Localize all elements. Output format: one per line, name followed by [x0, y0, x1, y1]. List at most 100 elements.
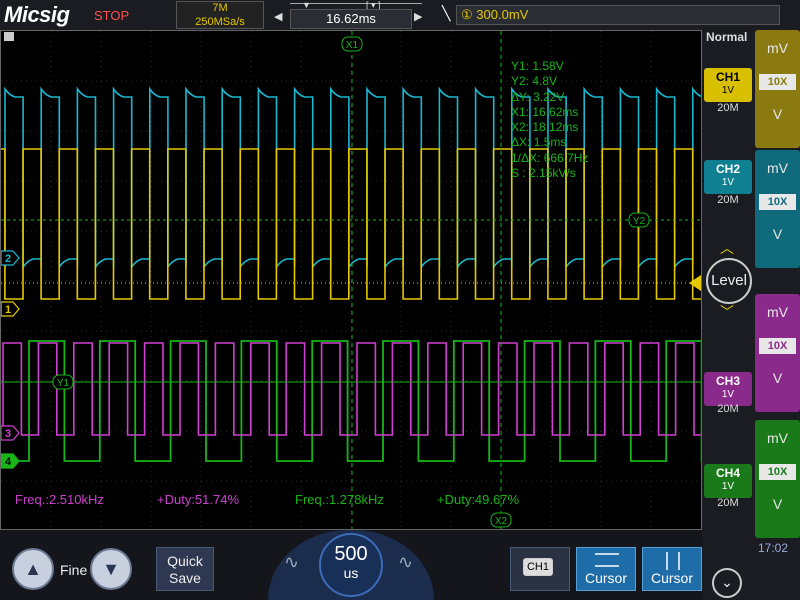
timebase-unit: us — [343, 565, 359, 581]
vertical-cursor-icon — [666, 552, 680, 570]
ch2-probe[interactable]: 10X — [759, 194, 796, 210]
ch2-scale: 1V — [721, 177, 735, 188]
cursor-horizontal-label: Cursor — [584, 570, 627, 586]
trace-ch2 — [1, 86, 701, 270]
arrow-down-icon: ▼ — [102, 559, 120, 579]
trigger-level-arrow — [689, 275, 701, 291]
readout-y2: Y2: 4.8V — [511, 74, 558, 89]
ch3-name: CH3 — [715, 374, 740, 388]
cursor-readout: Y1: 1.58V Y2: 4.8V ΔY: 3.22V X1: 16.62ms… — [511, 59, 588, 181]
level-up-icon[interactable]: ︿ — [720, 238, 734, 258]
ch2-unit-v[interactable]: V — [755, 226, 800, 242]
ch1-scale: 1V — [721, 85, 735, 96]
pan-right-icon[interactable]: ▶ — [414, 10, 422, 23]
ch1-probe[interactable]: 10X — [759, 74, 796, 90]
ch4-button[interactable]: CH4 1V — [704, 464, 752, 498]
ch2-button[interactable]: CH2 1V — [704, 160, 752, 194]
ch1-button[interactable]: CH1 1V — [704, 68, 752, 102]
ch3-unit-v[interactable]: V — [755, 370, 800, 386]
marker-ch1-label: 1 — [5, 304, 11, 316]
timebase-decrease-icon[interactable]: ∿ — [284, 552, 299, 573]
ch4-scale: 1V — [721, 481, 735, 492]
readout-dx: ΔX: 1.5ms — [511, 135, 567, 150]
ch3-scale-control[interactable]: mV 10X V — [755, 294, 800, 412]
ch4-probe[interactable]: 10X — [759, 464, 796, 480]
readout-inv-dx: 1/ΔX: 666.7Hz — [511, 150, 589, 165]
readout-y1: Y1: 1.58V — [511, 59, 564, 73]
fine-up-button[interactable]: ▲ — [12, 548, 54, 590]
ch2-scale-control[interactable]: mV 10X V — [755, 150, 800, 268]
ch2-name: CH2 — [715, 162, 740, 176]
measurement-freq-ch3: Freq.:2.510kHz — [15, 492, 104, 507]
marker-ch2-label: 2 — [5, 253, 11, 265]
time-ref-marker — [4, 32, 14, 41]
clock: 17:02 — [758, 541, 789, 555]
ch1-unit-mv[interactable]: mV — [755, 40, 800, 56]
chevron-down-icon: ⌄ — [721, 574, 733, 590]
quick-save-label-1: Quick — [167, 553, 203, 569]
readout-slope: S : 2.15kV/s — [511, 166, 576, 181]
falling-edge-icon: ╲ — [442, 5, 451, 21]
ch4-name: CH4 — [715, 466, 740, 480]
quick-save-label-2: Save — [169, 570, 201, 586]
trigger-settings[interactable]: ╲ ① 300.0mV — [440, 5, 780, 25]
ch1-scale-control[interactable]: mV 10X V — [755, 30, 800, 148]
marker-ch2: 2 — [1, 250, 20, 266]
ch3-bandwidth: 20M — [717, 403, 739, 415]
ch4-unit-v[interactable]: V — [755, 496, 800, 512]
marker-ch3: 3 — [1, 425, 20, 441]
cursor-vertical-button[interactable]: Cursor — [642, 547, 702, 591]
cursor-y2-tag-text: Y2 — [633, 216, 646, 227]
timebase-dial[interactable]: 500 us — [319, 533, 383, 597]
readout-dy: ΔY: 3.22V — [511, 89, 565, 104]
run-stop-status[interactable]: STOP — [94, 8, 129, 23]
marker-ch4-label: 4 — [5, 456, 12, 468]
cursor-x2-tag-text: X2 — [495, 516, 508, 527]
fine-down-button[interactable]: ▼ — [90, 548, 132, 590]
quick-save-button[interactable]: Quick Save — [156, 547, 214, 591]
ch3-button[interactable]: CH3 1V — [704, 372, 752, 406]
sample-rate: 250MSa/s — [195, 16, 245, 28]
cursor-y1-tag-text: Y1 — [57, 378, 70, 389]
ch1-name: CH1 — [715, 70, 740, 84]
cursor-y2-tag: Y2 — [628, 212, 650, 228]
cursor-vertical-label: Cursor — [650, 570, 693, 586]
level-down-icon[interactable]: ﹀ — [720, 302, 734, 322]
timebase-value: 500 — [334, 543, 368, 565]
cursor-x1-tag-text: X1 — [346, 40, 359, 51]
pan-left-icon[interactable]: ◀ — [274, 10, 282, 23]
ch3-probe[interactable]: 10X — [759, 338, 796, 354]
readout-x1: X1: 16.62ms — [511, 104, 579, 119]
acquisition-info[interactable]: 7M 250MSa/s — [176, 1, 264, 29]
fine-label: Fine — [60, 562, 88, 578]
ch1-tag: CH1 — [523, 558, 553, 576]
cursor-x2-tag: X2 — [490, 512, 512, 528]
ch3-scale: 1V — [721, 389, 735, 400]
ch1-unit-v[interactable]: V — [755, 106, 800, 122]
timebase-position[interactable]: 16.62ms — [290, 9, 412, 29]
cursor-x1-tag: X1 — [341, 36, 363, 52]
waveform-canvas[interactable]: X1 X2 Y1 Y2 2 1 3 4 — [1, 31, 701, 529]
level-knob[interactable]: Level — [706, 258, 752, 304]
measurement-duty-ch4: +Duty:49.67% — [437, 492, 520, 507]
ch4-unit-mv[interactable]: mV — [755, 430, 800, 446]
cursor-horizontal-button[interactable]: Cursor — [576, 547, 636, 591]
ch4-bandwidth: 20M — [717, 497, 739, 509]
timebase-increase-icon[interactable]: ∿ — [398, 552, 413, 573]
trigger-level: 300.0mV — [476, 7, 529, 22]
cursor-y1-tag: Y1 — [52, 374, 74, 390]
menu-expand-button[interactable]: ⌄ — [712, 568, 742, 598]
ch2-unit-mv[interactable]: mV — [755, 160, 800, 176]
trigger-level-box[interactable]: ① 300.0mV — [456, 5, 780, 25]
waveform-display[interactable]: X1 X2 Y1 Y2 2 1 3 4 Y1: 1.58V Y2: 4.8V ΔY: 3.2… — [0, 30, 702, 530]
marker-ch1: 1 — [1, 301, 20, 317]
ch3-unit-mv[interactable]: mV — [755, 304, 800, 320]
traces — [1, 86, 701, 462]
measurement-duty-ch3: +Duty:51.74% — [157, 492, 240, 507]
memory-depth: 7M — [212, 2, 228, 14]
trigger-mode[interactable]: Normal — [706, 30, 747, 44]
trigger-source: ① — [461, 7, 473, 22]
cursor-source-button[interactable]: CH1 — [510, 547, 570, 591]
arrow-up-icon: ▲ — [24, 559, 42, 579]
ch4-scale-control[interactable]: mV 10X V — [755, 420, 800, 538]
